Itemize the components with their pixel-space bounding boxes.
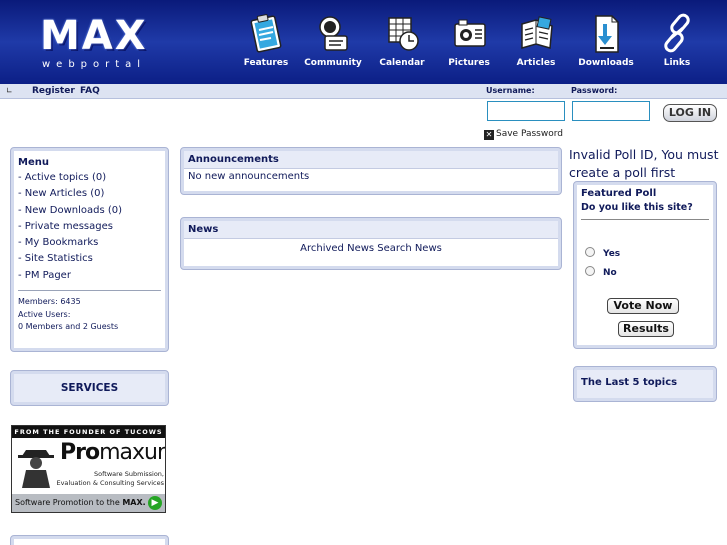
vote-now-button[interactable]: Vote Now <box>607 298 679 314</box>
menu-item-new-downloads[interactable]: - New Downloads (0) <box>14 203 165 219</box>
page-root: MAX webportal Features Community Calenda… <box>0 0 727 545</box>
nav-pictures[interactable]: Pictures <box>438 12 500 76</box>
promaxum-banner[interactable]: FROM THE FOUNDER OF TUCOWS Promaxum Soft… <box>11 425 166 513</box>
poll-error-message: Invalid Poll ID, You must create a poll … <box>569 147 719 180</box>
tree-icon: ∟ <box>6 86 13 95</box>
active-users-label: Active Users: <box>18 309 71 319</box>
spy-figure-icon <box>18 450 54 488</box>
bottom-left-panel <box>10 535 169 545</box>
promo-bottom-text: Software Promotion to the <box>15 498 120 507</box>
password-input[interactable] <box>572 101 650 121</box>
nav-calendar-label: Calendar <box>379 58 425 68</box>
poll-question: Do you like this site? <box>581 202 693 213</box>
announcements-text: No new announcements <box>188 171 310 182</box>
last-topics-panel: The Last 5 topics <box>573 366 717 402</box>
poll-radio-yes[interactable] <box>585 247 595 257</box>
featured-poll-panel: Featured Poll Do you like this site? Yes… <box>573 181 717 349</box>
poll-radio-no[interactable] <box>585 266 595 276</box>
promo-bottom-bar: Software Promotion to the MAX. ▶ <box>12 494 165 512</box>
poll-option-no-label: No <box>603 268 617 278</box>
camera-icon <box>454 19 486 47</box>
nav-calendar[interactable]: Calendar <box>371 12 433 76</box>
arrow-right-icon: ▶ <box>148 496 162 510</box>
save-password-checkbox[interactable]: ✕ <box>484 130 494 140</box>
nav-links[interactable]: Links <box>646 12 708 76</box>
promo-sub-1: Software Submission, <box>94 470 164 478</box>
search-news-link[interactable]: Search News <box>377 243 442 254</box>
save-password-label: Save Password <box>496 129 563 139</box>
services-title: SERVICES <box>14 374 165 402</box>
menu-panel: Menu - Active topics (0) - New Articles … <box>10 147 169 352</box>
archived-news-link[interactable]: Archived News <box>300 243 374 254</box>
poll-option-yes-label: Yes <box>603 249 621 259</box>
community-icon <box>319 16 348 51</box>
last-topics-title: The Last 5 topics <box>577 370 713 391</box>
promo-brand-rest: maxum <box>99 440 165 465</box>
promo-sub-2: Evaluation & Consulting Services <box>56 479 164 487</box>
top-links-bar: ∟ Register FAQ Username: Password: <box>0 84 727 99</box>
nav-articles[interactable]: Articles <box>505 12 567 76</box>
nav-features[interactable]: Features <box>235 12 297 76</box>
nav-articles-label: Articles <box>516 58 556 68</box>
nav-links-label: Links <box>663 58 691 68</box>
logo-wordmark: MAX <box>40 13 148 59</box>
services-panel: SERVICES <box>10 370 169 406</box>
announcements-panel: Announcements No new announcements <box>180 147 562 195</box>
menu-item-pm-pager[interactable]: - PM Pager <box>14 268 165 284</box>
promo-bottom-bold: MAX. <box>122 498 146 507</box>
promo-tagline: FROM THE FOUNDER OF TUCOWS <box>12 426 165 438</box>
members-count: Members: 6435 <box>18 297 81 307</box>
register-link[interactable]: Register <box>32 86 75 96</box>
news-panel: News Archived News Search News <box>180 217 562 270</box>
username-input[interactable] <box>487 101 565 121</box>
nav-community[interactable]: Community <box>302 12 364 76</box>
poll-title: Featured Poll <box>577 185 713 202</box>
logo-subtitle: webportal <box>42 59 147 70</box>
menu-item-new-articles[interactable]: - New Articles (0) <box>14 186 165 202</box>
news-links: Archived News Search News <box>184 239 558 256</box>
chain-link-icon <box>664 13 690 53</box>
menu-item-bookmarks[interactable]: - My Bookmarks <box>14 235 165 251</box>
site-logo[interactable]: MAX webportal <box>38 13 183 75</box>
nav-downloads-label: Downloads <box>578 58 634 68</box>
save-password-option[interactable]: ✕ Save Password <box>484 129 563 140</box>
calendar-icon <box>388 17 419 51</box>
news-title: News <box>184 221 558 239</box>
articles-icon <box>521 16 553 49</box>
poll-option-no[interactable]: No <box>585 266 617 278</box>
menu-title: Menu <box>14 151 165 170</box>
menu-item-active-topics[interactable]: - Active topics (0) <box>14 170 165 186</box>
nav-pictures-label: Pictures <box>448 58 490 68</box>
login-button[interactable]: LOG IN <box>663 104 717 122</box>
password-label: Password: <box>571 86 618 95</box>
nav-community-label: Community <box>304 58 362 68</box>
nav-downloads[interactable]: Downloads <box>575 12 637 76</box>
poll-option-yes[interactable]: Yes <box>585 247 620 259</box>
faq-link[interactable]: FAQ <box>80 86 100 96</box>
menu-divider <box>18 290 161 292</box>
site-header: MAX webportal Features Community Calenda… <box>0 0 727 84</box>
menu-item-private-messages[interactable]: - Private messages <box>14 219 165 235</box>
clipboard-icon <box>250 14 282 53</box>
download-icon <box>595 15 619 53</box>
promo-brand: Promaxum <box>60 440 165 465</box>
menu-item-site-statistics[interactable]: - Site Statistics <box>14 251 165 267</box>
username-label: Username: <box>486 86 535 95</box>
announcements-title: Announcements <box>184 151 558 169</box>
promo-brand-bold: Pro <box>60 440 100 465</box>
results-button[interactable]: Results <box>618 321 674 337</box>
active-users-count: 0 Members and 2 Guests <box>18 322 119 332</box>
nav-features-label: Features <box>243 58 289 68</box>
poll-divider <box>581 219 709 220</box>
